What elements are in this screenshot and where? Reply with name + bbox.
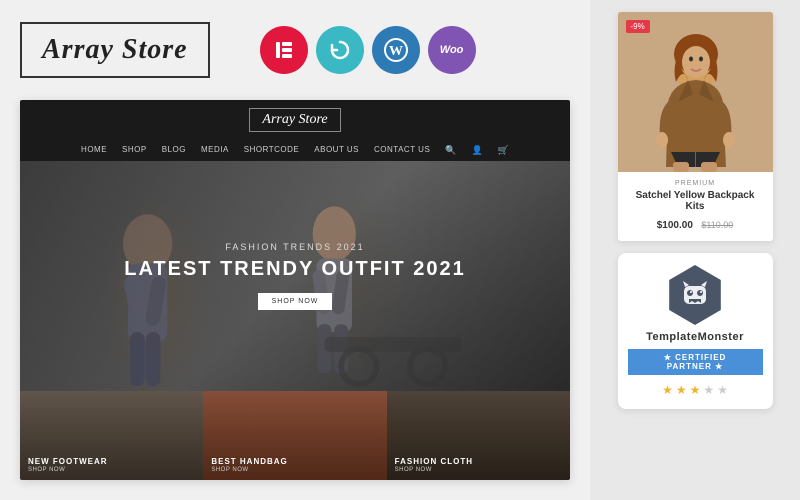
tm-logo — [665, 265, 725, 325]
menu-shop[interactable]: SHOP — [122, 145, 147, 156]
cat-handbag-sub: SHOP NOW — [211, 467, 287, 473]
product-category: PREMIUM — [628, 180, 763, 187]
cat-footwear-label: NEW FOOTWEAR — [28, 457, 108, 466]
tm-certified-label: ★ CERTIFIED PARTNER ★ — [644, 353, 747, 371]
shop-now-button[interactable]: SHOP NOW — [258, 293, 333, 310]
svg-text:W: W — [389, 44, 403, 59]
menu-contact[interactable]: CONTACT US — [374, 145, 430, 156]
categories-row: NEW FOOTWEAR SHOP NOW BEST HANDBAG SHOP … — [20, 391, 570, 480]
tm-monster-svg — [679, 279, 711, 311]
star-1: ★ — [662, 383, 673, 397]
category-fashion[interactable]: FASHION CLOTH SHOP NOW — [387, 391, 570, 480]
revolution-slider-icon — [316, 26, 364, 74]
menu-blog[interactable]: BLOG — [162, 145, 186, 156]
tm-brand-name: TemplateMonster — [646, 331, 744, 343]
category-handbag[interactable]: BEST HANDBAG SHOP NOW — [203, 391, 386, 480]
store-preview: Array Store HOME SHOP BLOG MEDIA SHORTCO… — [20, 100, 570, 480]
wordpress-icon: W — [372, 26, 420, 74]
user-icon[interactable]: 👤 — [472, 145, 483, 156]
store-navbar: Array Store — [20, 100, 570, 140]
product-info: PREMIUM Satchel Yellow Backpack Kits $10… — [618, 172, 773, 241]
star-3: ★ — [690, 383, 701, 397]
elementor-icon — [260, 26, 308, 74]
cat-footwear-sub: SHOP NOW — [28, 467, 108, 473]
menu-shortcode[interactable]: SHORTCODE — [244, 145, 299, 156]
right-panel: -9% — [590, 0, 800, 500]
tm-star-rating: ★ ★ ★ ★ ★ — [662, 383, 728, 397]
hero-title: LATEST TRENDY OUTFIT 2021 — [124, 258, 466, 281]
hero-section: Fashion Trends 2021 LATEST TRENDY OUTFIT… — [20, 161, 570, 391]
cart-icon[interactable]: 🛒 — [498, 145, 509, 156]
tm-certified-banner: ★ CERTIFIED PARTNER ★ — [628, 349, 763, 375]
store-menu: HOME SHOP BLOG MEDIA SHORTCODE ABOUT US … — [20, 140, 570, 161]
menu-about[interactable]: ABOUT US — [314, 145, 359, 156]
star-2: ★ — [676, 383, 687, 397]
product-card: -9% — [618, 12, 773, 241]
star-5-empty: ★ — [717, 383, 728, 397]
cat-fashion-label: FASHION CLOTH — [395, 457, 473, 466]
cat-fashion-sub: SHOP NOW — [395, 467, 473, 473]
woocommerce-icon: Woo — [428, 26, 476, 74]
product-original-price: $110.00 — [701, 220, 733, 230]
product-price: $100.00 — [657, 220, 693, 231]
top-header: Array Store — [0, 0, 590, 100]
menu-media[interactable]: MEDIA — [201, 145, 229, 156]
tm-hexagon — [665, 265, 725, 325]
woo-label: Woo — [440, 44, 464, 56]
star-4-empty: ★ — [703, 383, 714, 397]
brand-logo: Array Store — [20, 22, 210, 78]
product-discount-badge: -9% — [626, 20, 650, 33]
search-icon[interactable]: 🔍 — [445, 145, 456, 156]
main-content-area: Array Store — [0, 0, 590, 500]
logo-text: Array Store — [42, 34, 188, 65]
hero-subtitle: Fashion Trends 2021 — [225, 242, 364, 252]
category-footwear[interactable]: NEW FOOTWEAR SHOP NOW — [20, 391, 203, 480]
plugin-icons-row: W Woo — [260, 26, 476, 74]
cat-handbag-label: BEST HANDBAG — [211, 457, 287, 466]
menu-home[interactable]: HOME — [81, 145, 107, 156]
product-image — [618, 12, 773, 172]
product-figure-svg — [618, 12, 773, 172]
template-monster-badge: TemplateMonster ★ CERTIFIED PARTNER ★ ★ … — [618, 253, 773, 409]
product-name: Satchel Yellow Backpack Kits — [628, 190, 763, 212]
store-nav-logo: Array Store — [249, 108, 340, 132]
